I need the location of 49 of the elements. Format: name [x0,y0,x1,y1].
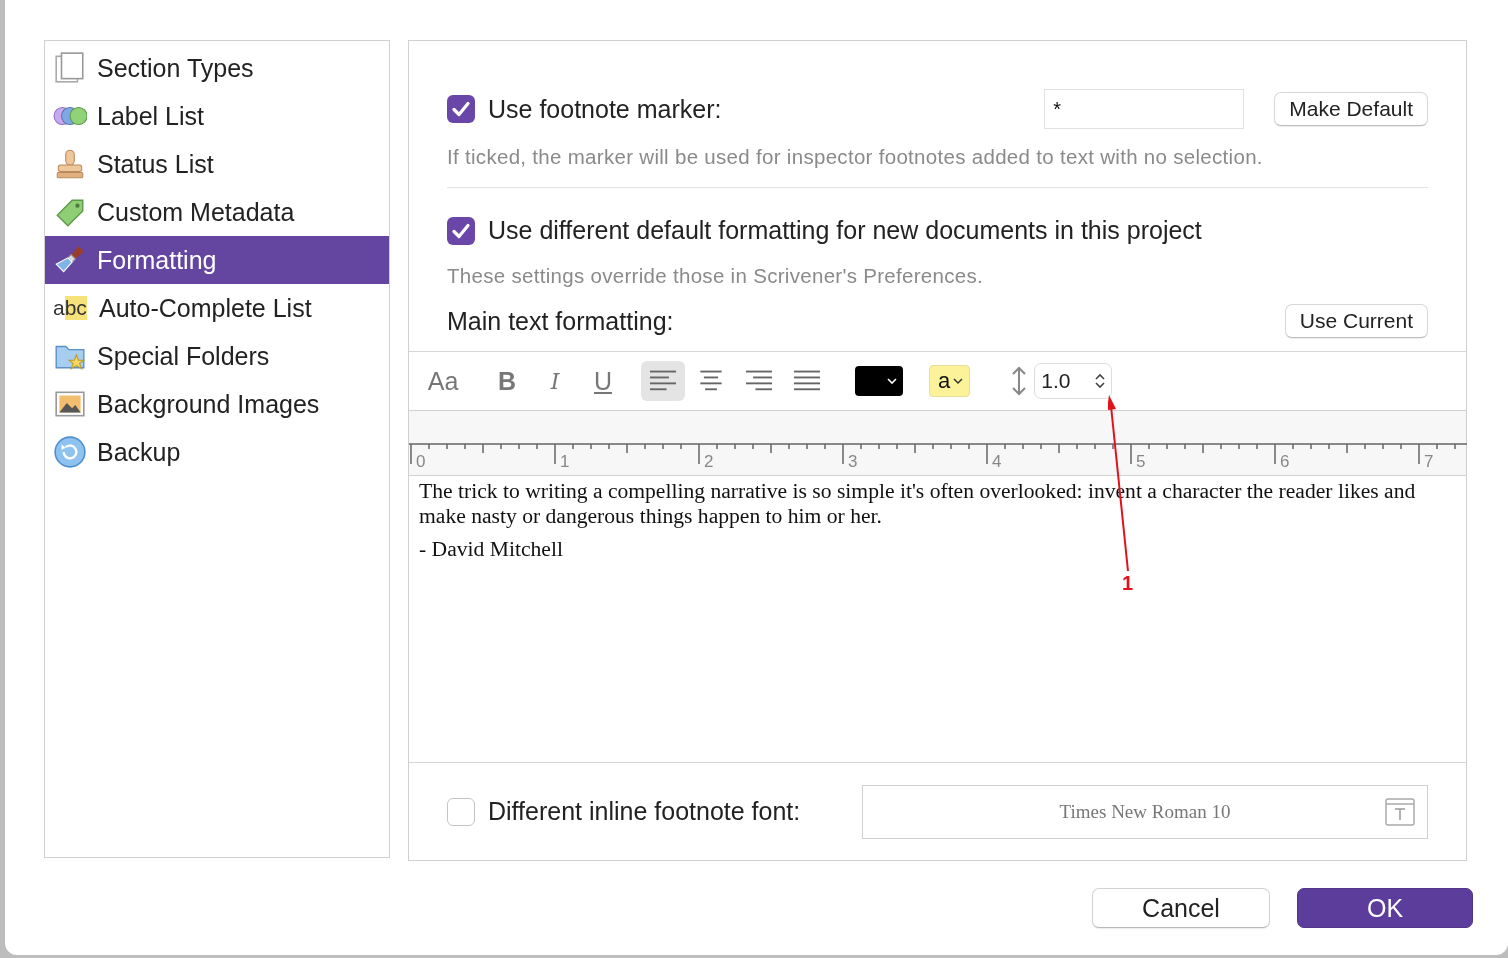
ruler-number: 0 [416,452,426,472]
caret-icon [887,377,897,385]
highlight-dropdown[interactable]: a [929,365,971,397]
italic-button[interactable]: I [539,361,571,401]
sidebar-item[interactable]: Section Types [45,44,389,92]
hint-text: If ticked, the marker will be used for inspector footnotes added to text with no selection. [447,145,1264,169]
ruler-number: 3 [848,452,858,472]
checkbox[interactable] [447,216,475,245]
caret-icon [953,377,964,385]
ruler-number: 5 [1136,452,1146,472]
align-right-icon [746,370,772,392]
sidebar-item[interactable]: Label List [45,92,389,140]
ruler-number: 7 [1424,452,1434,472]
annotation-number: 1 [1122,572,1134,595]
pages-icon [53,51,87,85]
ruler-number: 2 [704,452,714,472]
sidebar-item[interactable]: Status List [45,140,389,188]
ruler-number: 6 [1280,452,1290,472]
hint-text: These settings override those in Scrivener's Preferences. [447,264,985,288]
cancel-button[interactable]: Cancel [1092,888,1270,928]
text-color-dropdown[interactable] [855,366,903,396]
checkbox-label: Different inline footnote font: [488,797,801,826]
sidebar-item[interactable]: Custom Metadata [45,188,389,236]
align-justify-icon [794,370,820,392]
ruler-number: 4 [992,452,1002,472]
section-label: Main text formatting: [447,306,674,336]
marker-field[interactable]: * [1044,89,1245,129]
sidebar-item[interactable]: Special Folders [45,332,389,380]
align-left-button[interactable] [641,361,685,401]
checkbox[interactable] [447,95,475,123]
sidebar-item[interactable]: Backup [45,428,389,476]
use-current-button[interactable]: Use Current [1284,304,1428,338]
fonts-button[interactable]: Aa [425,361,461,401]
align-center-icon [698,370,724,392]
line-spacing-stepper[interactable]: 1.0 [1034,363,1113,399]
checkbox-label: Use different default formatting for new documents in this project [488,216,1202,245]
underline-button[interactable]: U [587,361,619,401]
editor-paragraph: - David Mitchell [419,537,564,562]
bold-button[interactable]: B [491,361,523,401]
align-left-icon [650,370,676,392]
ok-button[interactable]: OK [1297,888,1473,928]
checkbox[interactable] [447,797,475,826]
font-field[interactable]: Times New Roman 10 [862,784,1428,839]
stepper-arrows-icon[interactable] [1095,373,1106,389]
checkbox-label: Use footnote marker: [488,94,722,124]
sidebar-item[interactable]: Formatting [45,236,389,284]
ruler-number: 1 [560,452,570,472]
sidebar-item[interactable]: Background Images [45,380,389,428]
make-default-button[interactable]: Make Default [1274,92,1428,126]
